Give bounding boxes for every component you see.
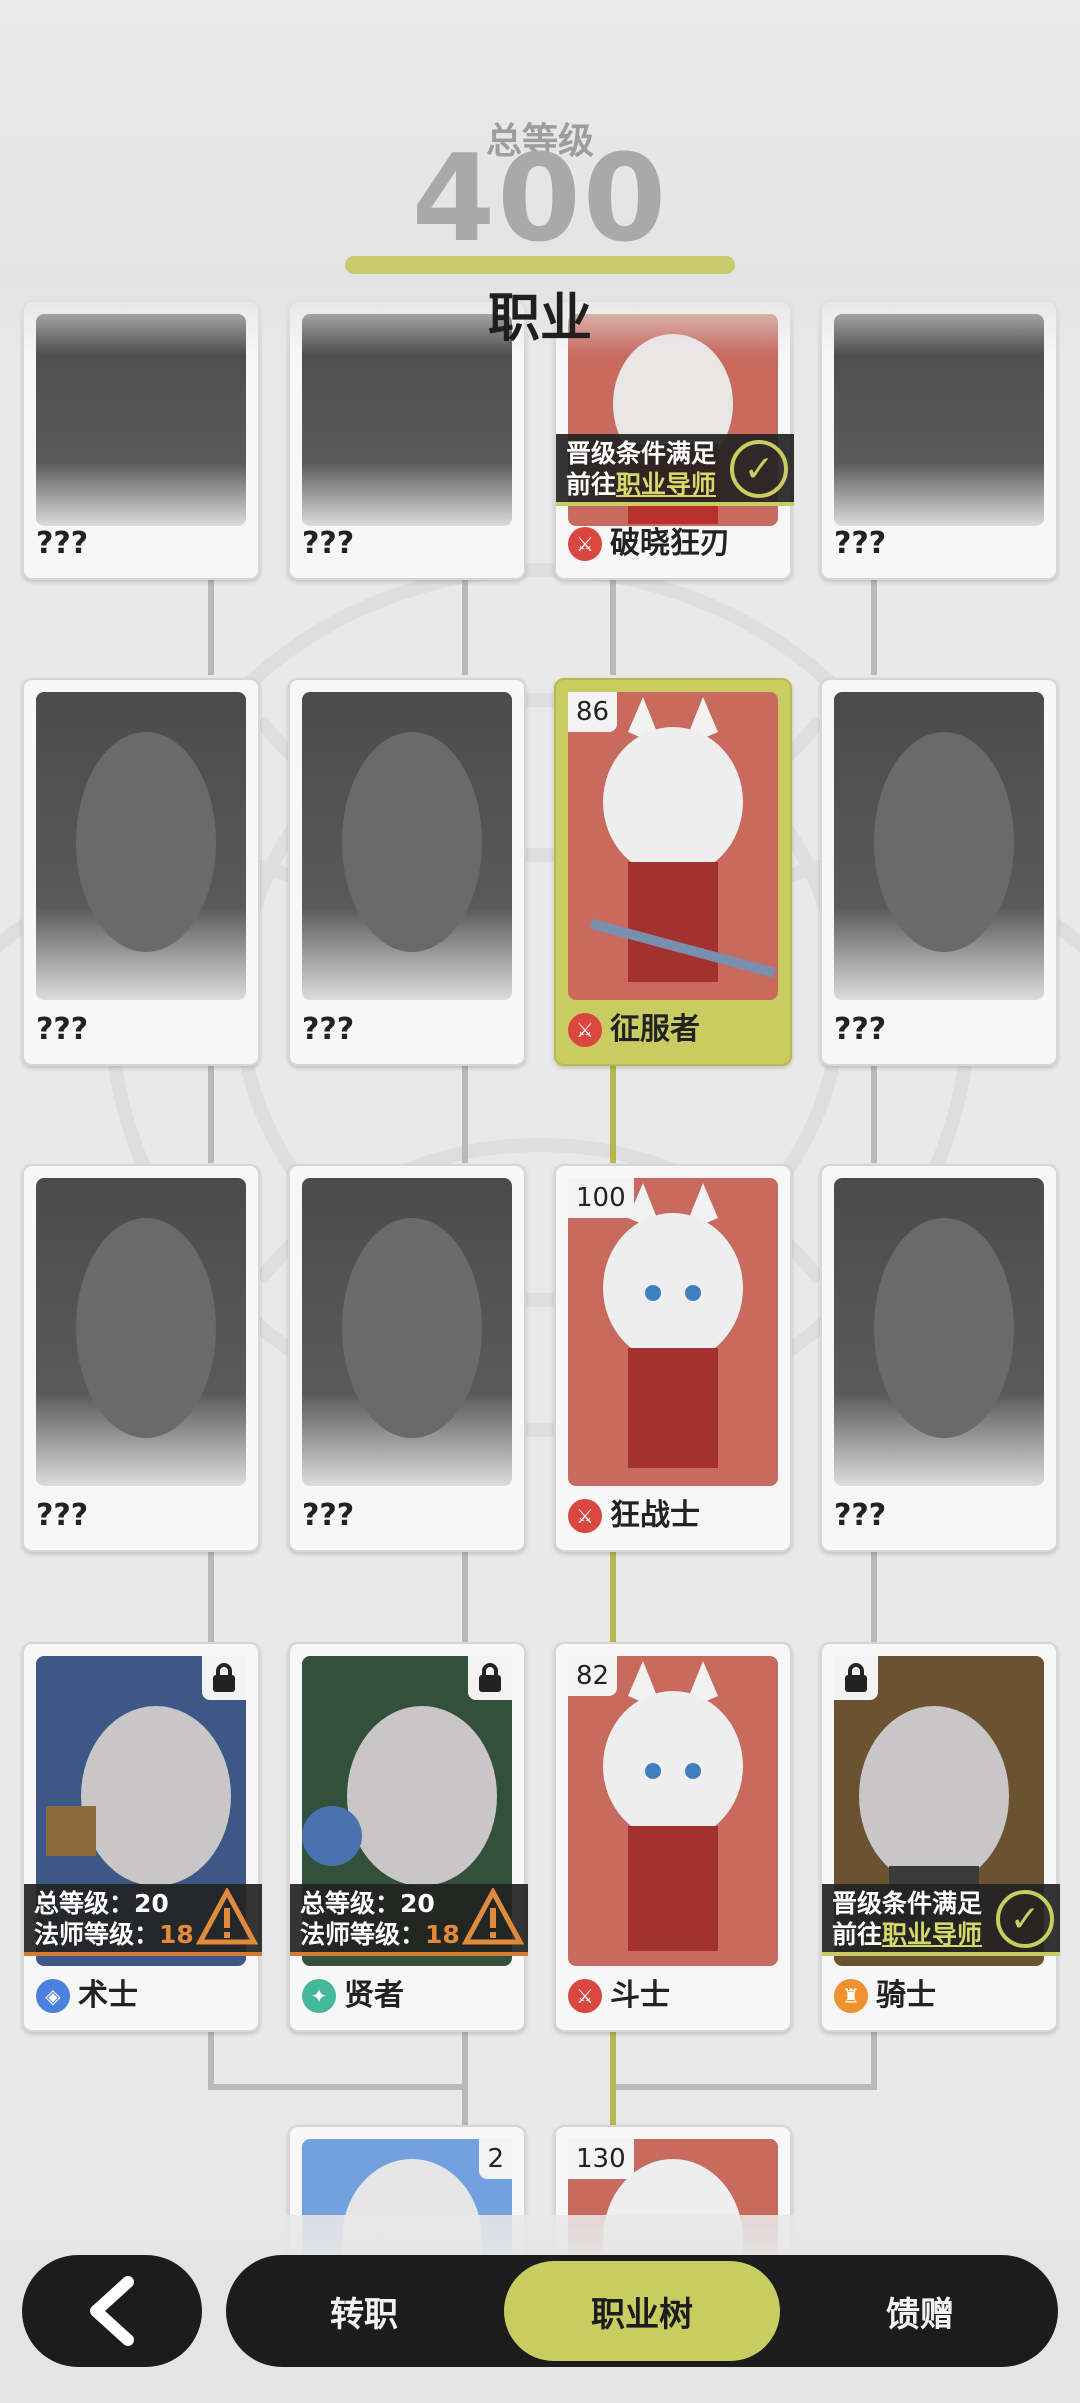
class-card-knight[interactable]: 晋级条件满足 前往职业导师 ✓ ♜ 骑士 <box>820 1642 1060 2032</box>
mage-level-req-value: 18 <box>159 1920 194 1949</box>
class-name-row: ⚔ 狂战士 <box>568 1496 700 1536</box>
total-level-req-value: 20 <box>400 1889 435 1918</box>
class-level: 130 <box>568 2139 634 2179</box>
class-name: ??? <box>834 526 887 561</box>
class-name: ??? <box>36 1498 89 1533</box>
class-name: ??? <box>302 526 355 561</box>
tab-class-change[interactable]: 转职 <box>226 2261 502 2361</box>
warning-icon <box>462 1888 524 1945</box>
class-name: 征服者 <box>610 1012 700 1047</box>
chevron-left-icon <box>90 2276 134 2346</box>
class-level: 86 <box>568 692 618 732</box>
class-name: 贤者 <box>344 1978 404 2013</box>
class-card-unknown[interactable]: ??? <box>22 678 260 1066</box>
mage-level-req-label: 法师等级： <box>34 1920 160 1949</box>
class-card-conqueror[interactable]: 86 ⚔ 征服者 <box>554 678 792 1066</box>
class-level: 2 <box>479 2139 512 2179</box>
requirement-banner: 总等级：20 法师等级：18 <box>24 1884 262 1956</box>
requirement-banner: 总等级：20 法师等级：18 <box>290 1884 528 1956</box>
character-icon <box>589 697 776 982</box>
class-level: 100 <box>568 1178 634 1218</box>
mage-class-icon: ◈ <box>36 1979 70 2013</box>
class-card-berserker[interactable]: 100 ⚔ 狂战士 <box>554 1164 792 1552</box>
banner-prefix: 前往 <box>566 470 617 499</box>
lock-icon <box>834 1656 878 1700</box>
class-card-unknown[interactable]: ??? <box>22 1164 260 1552</box>
mage-level-req-label: 法师等级： <box>300 1920 426 1949</box>
class-name-row: ⚔ 斗士 <box>568 1976 670 2016</box>
class-name: ??? <box>302 1012 355 1047</box>
knight-class-icon: ♜ <box>834 1979 868 2013</box>
lock-icon <box>468 1656 512 1700</box>
class-name: ??? <box>302 1498 355 1533</box>
character-icon <box>603 1661 743 1951</box>
mage-level-req-value: 18 <box>425 1920 460 1949</box>
class-card-unknown[interactable]: ??? <box>288 678 526 1066</box>
tab-gifts[interactable]: 馈赠 <box>782 2261 1058 2361</box>
character-portrait <box>568 692 778 1000</box>
class-mentor-link[interactable]: 职业导师 <box>882 1920 982 1949</box>
locked-portrait <box>834 1178 1044 1486</box>
total-level-req-label: 总等级： <box>300 1889 401 1918</box>
class-card-unknown[interactable]: ??? <box>820 678 1058 1066</box>
class-name: 破晓狂刃 <box>610 526 730 561</box>
warning-icon <box>196 1888 258 1945</box>
warrior-class-icon: ⚔ <box>568 1499 602 1533</box>
class-name: 骑士 <box>876 1978 936 2013</box>
character-icon <box>603 1183 743 1468</box>
tab-class-tree[interactable]: 职业树 <box>504 2261 780 2361</box>
level-progress-bar <box>345 256 735 274</box>
class-name-row: ⚔ 破晓狂刃 <box>568 524 730 564</box>
promotion-banner[interactable]: 晋级条件满足 前往职业导师 ✓ <box>822 1884 1060 1956</box>
locked-portrait <box>834 692 1044 1000</box>
class-name: ??? <box>36 1012 89 1047</box>
character-portrait <box>568 1178 778 1486</box>
character-portrait <box>568 1656 778 1966</box>
class-name: ??? <box>36 526 89 561</box>
lock-icon <box>202 1656 246 1700</box>
total-level-value: 400 <box>411 130 669 269</box>
class-card-fighter[interactable]: 82 ⚔ 斗士 <box>554 1642 792 2032</box>
locked-portrait <box>302 1178 512 1486</box>
banner-prefix: 前往 <box>832 1920 883 1949</box>
class-card-unknown[interactable]: ??? <box>288 1164 526 1552</box>
locked-portrait <box>36 692 246 1000</box>
healer-class-icon: ✦ <box>302 1979 336 2013</box>
total-level-req-label: 总等级： <box>34 1889 135 1918</box>
class-name: 狂战士 <box>610 1498 700 1533</box>
warrior-class-icon: ⚔ <box>568 527 602 561</box>
class-card-sage[interactable]: 总等级：20 法师等级：18 ✦ 贤者 <box>288 1642 528 2032</box>
class-mentor-link[interactable]: 职业导师 <box>616 470 716 499</box>
promotion-banner[interactable]: 晋级条件满足 前往职业导师 ✓ <box>556 434 794 506</box>
class-card-warlock[interactable]: 总等级：20 法师等级：18 ◈ 术士 <box>22 1642 262 2032</box>
class-name-row: ◈ 术士 <box>36 1976 138 2016</box>
class-name: ??? <box>834 1498 887 1533</box>
check-icon: ✓ <box>730 440 788 498</box>
header: 总等级 400 职业 <box>0 0 1080 355</box>
class-name: 术士 <box>78 1978 138 2013</box>
page-title: 职业 <box>487 289 592 349</box>
locked-portrait <box>302 692 512 1000</box>
class-name: 斗士 <box>610 1978 670 2013</box>
class-level: 82 <box>568 1656 618 1696</box>
class-name-row: ♜ 骑士 <box>834 1976 936 2016</box>
warrior-class-icon: ⚔ <box>568 1979 602 2013</box>
locked-portrait <box>36 1178 246 1486</box>
class-name-row: ⚔ 征服者 <box>568 1010 700 1050</box>
check-icon: ✓ <box>996 1890 1054 1948</box>
class-name-row: ✦ 贤者 <box>302 1976 404 2016</box>
class-tree: ??? ??? 晋级条件满足 前往职业导师 ✓ ⚔ 破晓狂刃 ??? ??? ?… <box>0 0 1080 2403</box>
back-button[interactable] <box>22 2255 202 2367</box>
class-card-unknown[interactable]: ??? <box>820 1164 1058 1552</box>
bottom-tab-bar: 转职 职业树 馈赠 <box>226 2255 1058 2367</box>
class-name: ??? <box>834 1012 887 1047</box>
warrior-class-icon: ⚔ <box>568 1013 602 1047</box>
total-level-req-value: 20 <box>134 1889 169 1918</box>
